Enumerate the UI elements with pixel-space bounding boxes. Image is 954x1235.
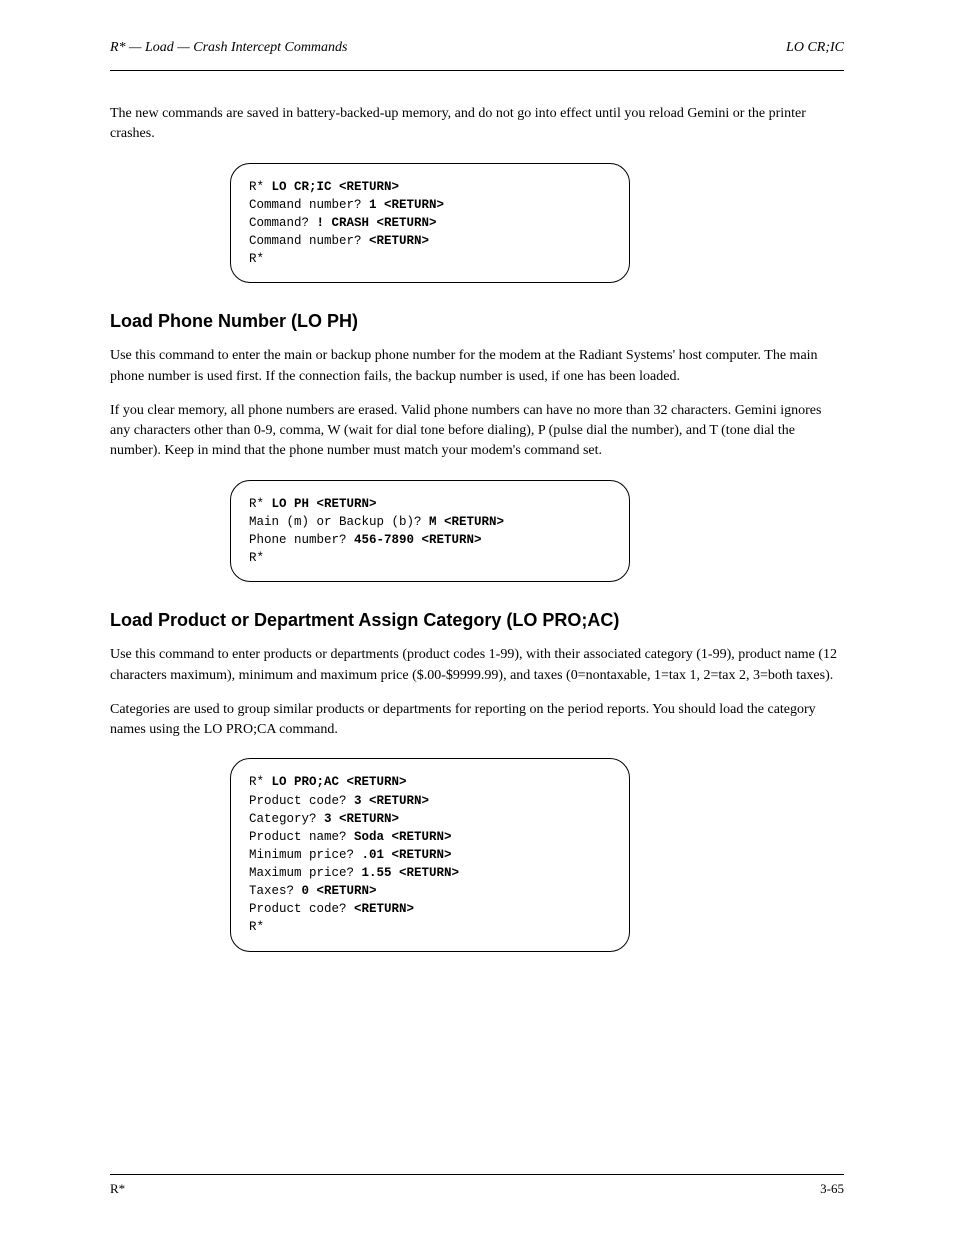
header-left: R* — Load — Crash Intercept Commands (110, 40, 348, 56)
header-right: LO CR;IC (786, 40, 844, 56)
footer-right: 3-65 (820, 1181, 844, 1197)
phone-paragraph-2: If you clear memory, all phone numbers a… (110, 401, 844, 462)
header-rule (110, 70, 844, 71)
heading-load-phone: Load Phone Number (LO PH) (110, 311, 844, 332)
page: R* — Load — Crash Intercept Commands LO … (0, 0, 954, 1235)
intro-paragraph: The new commands are saved in battery-ba… (110, 104, 844, 145)
product-paragraph-2: Categories are used to group similar pro… (110, 700, 844, 741)
phone-paragraph-1: Use this command to enter the main or ba… (110, 346, 844, 387)
footer-rule (110, 1174, 844, 1175)
terminal-text: R* LO PRO;AC <RETURN> Product code? 3 <R… (249, 773, 611, 936)
terminal-block-2: R* LO PH <RETURN> Main (m) or Backup (b)… (230, 480, 630, 583)
heading-load-product: Load Product or Department Assign Catego… (110, 610, 844, 631)
footer-left: R* (110, 1181, 125, 1197)
terminal-block-1: R* LO CR;IC <RETURN> Command number? 1 <… (230, 163, 630, 284)
terminal-text: R* LO PH <RETURN> Main (m) or Backup (b)… (249, 495, 611, 568)
content: The new commands are saved in battery-ba… (110, 90, 844, 1155)
product-paragraph-1: Use this command to enter products or de… (110, 645, 844, 686)
terminal-block-3: R* LO PRO;AC <RETURN> Product code? 3 <R… (230, 758, 630, 951)
terminal-text: R* LO CR;IC <RETURN> Command number? 1 <… (249, 178, 611, 269)
